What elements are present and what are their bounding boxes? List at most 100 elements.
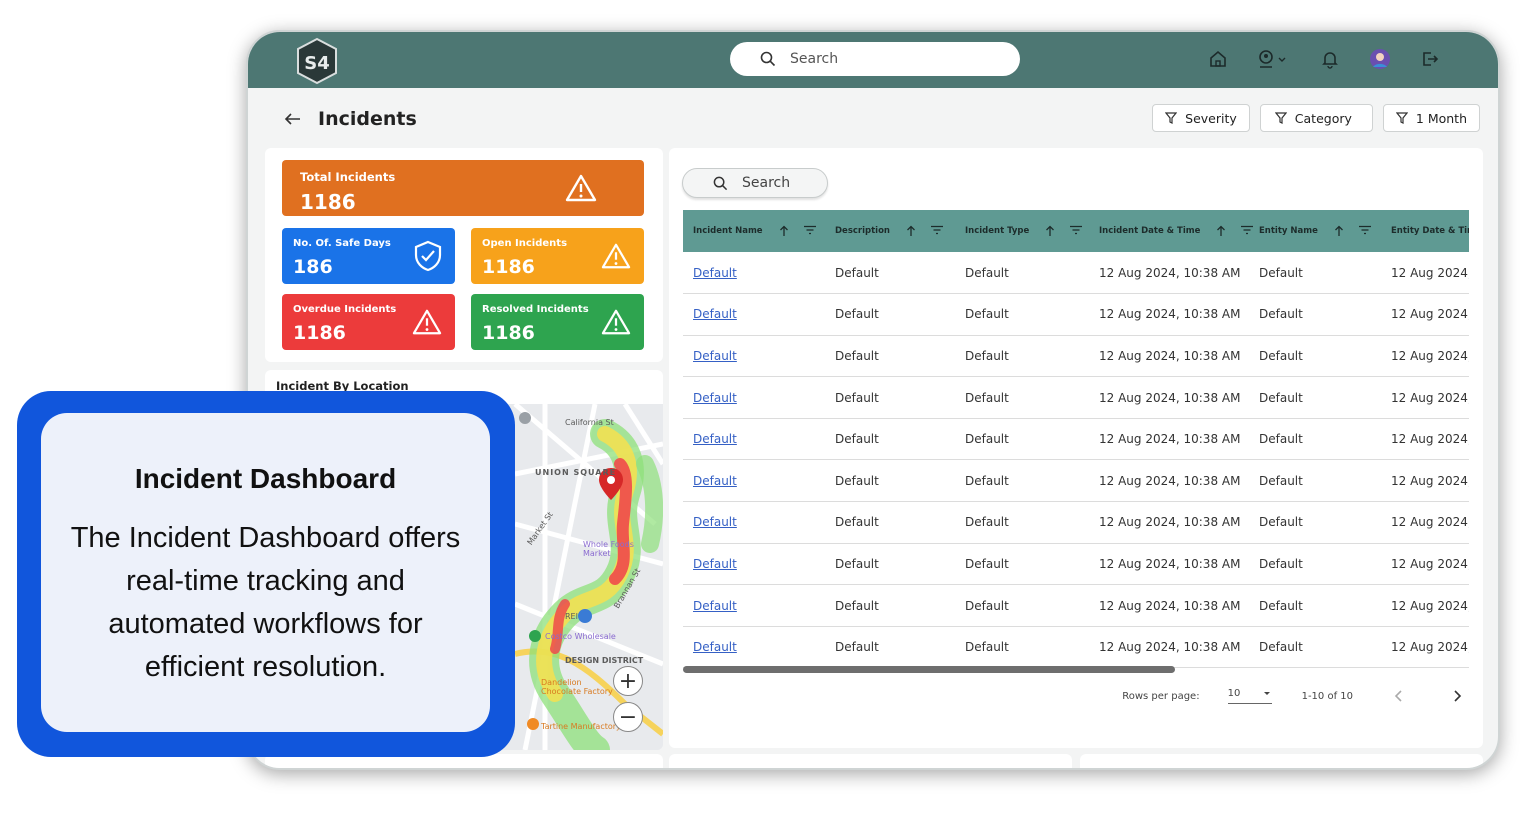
incident-name-link[interactable]: Default [683, 376, 825, 419]
column-header-label: Description [835, 226, 890, 236]
table-cell: 12 Aug 2024, 10:38 AM [1089, 501, 1249, 544]
table-cell: 12 Aug 2024, [1381, 418, 1469, 461]
table-cell: Default [955, 376, 1089, 419]
table-row[interactable]: Default Default Default 12 Aug 2024, 10:38 … [683, 293, 1469, 336]
table-row[interactable]: Default Default Default 12 Aug 2024, 10:38 … [683, 459, 1469, 503]
sort-arrow-icon[interactable] [906, 225, 916, 237]
avatar[interactable] [1368, 47, 1392, 71]
table-row[interactable]: Default Default Default 12 Aug 2024, 10:38 … [683, 418, 1469, 461]
table-cell: Default [825, 418, 955, 461]
overdue-incidents-card[interactable]: Overdue Incidents 1186 [282, 294, 455, 350]
column-header[interactable]: Entity Name [1249, 210, 1381, 252]
stage: S4 Search Incidents Severity Category 1 … [0, 0, 1525, 820]
sort-arrow-icon[interactable] [779, 225, 789, 237]
column-tools [1216, 225, 1254, 237]
filter-lines-icon[interactable] [1069, 225, 1083, 235]
location-user-dropdown-icon[interactable] [1256, 47, 1292, 71]
safe-days-card[interactable]: No. Of. Safe Days 186 [282, 228, 455, 284]
sort-arrow-icon[interactable] [1045, 225, 1055, 237]
table-cell: 12 Aug 2024, 10:38 AM [1089, 418, 1249, 461]
column-header[interactable]: Incident Type [955, 210, 1089, 252]
resolved-incidents-card[interactable]: Resolved Incidents 1186 [471, 294, 644, 350]
incident-name-link[interactable]: Default [683, 418, 825, 461]
table-cell: Default [825, 252, 955, 295]
column-header[interactable]: Entity Date & Time [1381, 210, 1469, 252]
table-cell: 12 Aug 2024, 10:38 AM [1089, 459, 1249, 503]
filter-severity-button[interactable]: Severity [1152, 104, 1250, 132]
table-body: Default Default Default 12 Aug 2024, 10:38 … [683, 252, 1469, 669]
table-row[interactable]: Default Default Default 12 Aug 2024, 10:38 … [683, 335, 1469, 378]
incident-name-link[interactable]: Default [683, 335, 825, 378]
column-header-label: Entity Name [1259, 226, 1318, 236]
incident-name-link[interactable]: Default [683, 459, 825, 503]
horizontal-scrollbar[interactable] [683, 666, 1175, 673]
warning-icon [412, 309, 442, 335]
incident-name-link[interactable]: Default [683, 543, 825, 586]
svg-text:S4: S4 [304, 53, 330, 74]
table-row[interactable]: Default Default Default 12 Aug 2024, 10:38 … [683, 584, 1469, 627]
table-cell: Default [1249, 626, 1381, 669]
column-tools [1045, 225, 1083, 237]
top-icons [1206, 47, 1442, 71]
table-search-input[interactable]: Search [682, 168, 828, 198]
column-header[interactable]: Description [825, 210, 955, 252]
column-header[interactable]: Incident Date & Time [1089, 210, 1254, 252]
global-search-placeholder: Search [790, 51, 839, 67]
incident-name-link[interactable]: Default [683, 626, 825, 669]
filter-category-button[interactable]: Category [1259, 104, 1373, 132]
brand-logo[interactable]: S4 [292, 36, 342, 86]
table-row[interactable]: Default Default Default 12 Aug 2024, 10:38 … [683, 501, 1469, 544]
table-cell: Default [1249, 418, 1381, 461]
table-row[interactable]: Default Default Default 12 Aug 2024, 10:38 … [683, 543, 1469, 586]
filter-period-button[interactable]: 1 Month [1382, 104, 1480, 132]
incident-name-link[interactable]: Default [683, 501, 825, 544]
open-incidents-card[interactable]: Open Incidents 1186 [471, 228, 644, 284]
map-label-costco: Costco Wholesale [545, 632, 616, 641]
previous-page-icon[interactable] [1393, 689, 1405, 703]
search-icon [760, 51, 776, 67]
table-header-row: Incident Name Description Incident Type Inc… [683, 210, 1469, 252]
table-cell: Default [1249, 335, 1381, 378]
rows-per-page-label: Rows per page: [1122, 690, 1200, 702]
bell-icon[interactable] [1318, 47, 1342, 71]
zoom-out-button[interactable]: − [613, 702, 643, 732]
table-cell: 12 Aug 2024, [1381, 584, 1469, 627]
column-tools [906, 225, 944, 237]
table-cell: Default [1249, 584, 1381, 627]
table-cell: 12 Aug 2024, [1381, 459, 1469, 503]
incident-name-link[interactable]: Default [683, 252, 825, 295]
back-arrow-icon[interactable] [284, 112, 302, 126]
incident-name-link[interactable]: Default [683, 584, 825, 627]
incident-name-link[interactable]: Default [683, 293, 825, 336]
table-row[interactable]: Default Default Default 12 Aug 2024, 10:38 … [683, 376, 1469, 419]
filter-lines-icon[interactable] [930, 225, 944, 235]
sort-arrow-icon[interactable] [1216, 225, 1226, 237]
filter-icon [1274, 112, 1287, 124]
global-search-input[interactable]: Search [730, 42, 1020, 76]
page-title: Incidents [318, 108, 417, 130]
logout-icon[interactable] [1418, 47, 1442, 71]
table-row[interactable]: Default Default Default 12 Aug 2024, 10:38 … [683, 252, 1469, 295]
zoom-in-button[interactable]: + [613, 666, 643, 696]
table-cell: 12 Aug 2024, 10:38 AM [1089, 376, 1249, 419]
table-row[interactable]: Default Default Default 12 Aug 2024, 10:38 … [683, 626, 1469, 669]
rows-per-page-select[interactable]: 10 [1227, 688, 1272, 704]
home-icon[interactable] [1206, 47, 1230, 71]
resolved-incidents-label: Resolved Incidents [482, 304, 589, 315]
pagination-range: 1-10 of 10 [1301, 690, 1353, 702]
safe-days-label: No. Of. Safe Days [293, 238, 391, 249]
next-page-icon[interactable] [1451, 689, 1463, 703]
sort-arrow-icon[interactable] [1334, 225, 1344, 237]
map-label-rei: REI [565, 612, 578, 621]
column-header[interactable]: Incident Name [683, 210, 825, 252]
total-incidents-card[interactable]: Total Incidents 1186 [282, 160, 644, 216]
warning-icon [565, 174, 597, 202]
table-cell: Default [1249, 293, 1381, 336]
filter-lines-icon[interactable] [1240, 225, 1254, 235]
incidents-table-scroll[interactable]: Incident Name Description Incident Type Inc… [683, 210, 1469, 669]
table-cell: Default [1249, 252, 1381, 295]
table-cell: Default [955, 543, 1089, 586]
table-cell: Default [825, 376, 955, 419]
filter-lines-icon[interactable] [1358, 225, 1372, 235]
filter-lines-icon[interactable] [803, 225, 817, 235]
